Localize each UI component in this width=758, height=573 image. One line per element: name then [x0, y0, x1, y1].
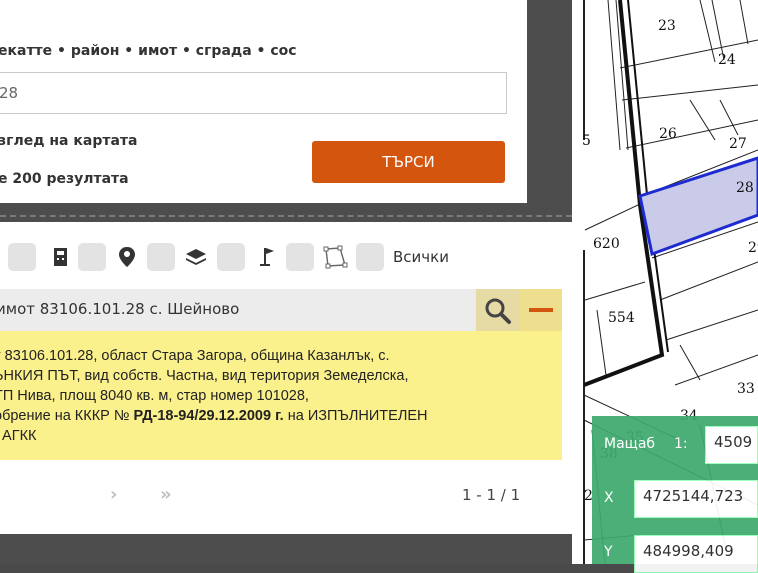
result-title[interactable]: имот 83106.101.28 с. Шейново: [0, 300, 239, 318]
scale-label: Мащаб: [604, 436, 656, 452]
detail-line: на ИЗПЪЛНИТЕЛЕН: [287, 408, 428, 424]
parcel-label: 27: [729, 136, 747, 152]
search-icon: [485, 298, 511, 324]
flag-icon[interactable]: [255, 243, 281, 271]
collapse-button[interactable]: [519, 289, 562, 331]
bottom-bar: [0, 534, 572, 564]
detail-line: ЬНКИЯ ПЪТ, вид собств. Частна, вид терит…: [0, 368, 409, 384]
search-panel: екатте • район • имот • сграда • сос згл…: [0, 0, 527, 203]
detail-line: . АГКК: [0, 428, 37, 444]
parcel-label: 26: [659, 126, 677, 142]
filter-checkbox[interactable]: [286, 243, 314, 271]
search-hint: екатте • район • имот • сграда • сос: [0, 43, 297, 59]
parcel-label: 5: [582, 133, 591, 149]
layers-icon[interactable]: [183, 243, 209, 271]
zoom-to-result-button[interactable]: [476, 289, 519, 331]
filter-checkbox[interactable]: [78, 243, 106, 271]
highlighted-parcel: [638, 156, 758, 257]
filter-checkbox[interactable]: [147, 243, 175, 271]
all-filter-label[interactable]: Всички: [393, 248, 449, 266]
parcel-label: 620: [593, 236, 620, 252]
filter-checkbox[interactable]: [217, 243, 245, 271]
x-coordinate-field[interactable]: 4725144,723: [634, 480, 758, 518]
detail-line: т 83106.101.28, област Стара Загора, общ…: [0, 348, 390, 364]
search-button[interactable]: ТЪРСИ: [312, 141, 505, 183]
result-limit-option[interactable]: е 200 резултата: [0, 171, 129, 187]
detail-line: обрение на КККР №: [0, 408, 130, 424]
y-coordinate-field[interactable]: 484998,409: [634, 535, 758, 573]
search-input[interactable]: [0, 72, 507, 114]
y-coordinate-label: Y: [604, 544, 613, 560]
parcel-label: 24: [718, 52, 736, 68]
page-count: 1 - 1 / 1: [462, 486, 521, 504]
parcel-label: 23: [658, 18, 676, 34]
parcel-label: 33: [737, 381, 755, 397]
x-coordinate-label: X: [604, 490, 614, 506]
filter-checkbox[interactable]: [8, 243, 36, 271]
minus-icon: [529, 308, 553, 312]
last-page-button[interactable]: »: [160, 484, 172, 505]
location-pin-icon[interactable]: [114, 243, 140, 271]
result-detail: т 83106.101.28, област Стара Загора, общ…: [0, 331, 562, 460]
parcel-label: 29: [748, 240, 758, 256]
map-view-option[interactable]: зглед на картата: [0, 133, 137, 149]
scale-prefix: 1:: [674, 436, 688, 452]
left-panel: екатте • район • имот • сграда • сос згл…: [0, 0, 572, 564]
detail-line: ТП Нива, площ 8040 кв. м, стар номер 101…: [0, 388, 309, 404]
next-page-button[interactable]: ›: [110, 484, 117, 505]
filter-checkbox-all[interactable]: [356, 243, 384, 271]
parcel-label: 554: [608, 310, 635, 326]
scale-input[interactable]: 4509: [705, 426, 758, 464]
parcel-label: 28: [736, 180, 754, 196]
result-row[interactable]: имот 83106.101.28 с. Шейново: [0, 289, 562, 331]
polygon-icon[interactable]: [322, 243, 348, 271]
approval-order: РД-18-94/29.12.2009 г.: [133, 408, 284, 424]
panel-divider: [0, 215, 572, 217]
scale-panel: Мащаб 1: 4509 X 4725144,723 Y 484998,409: [592, 416, 758, 573]
building-icon[interactable]: [48, 243, 74, 271]
